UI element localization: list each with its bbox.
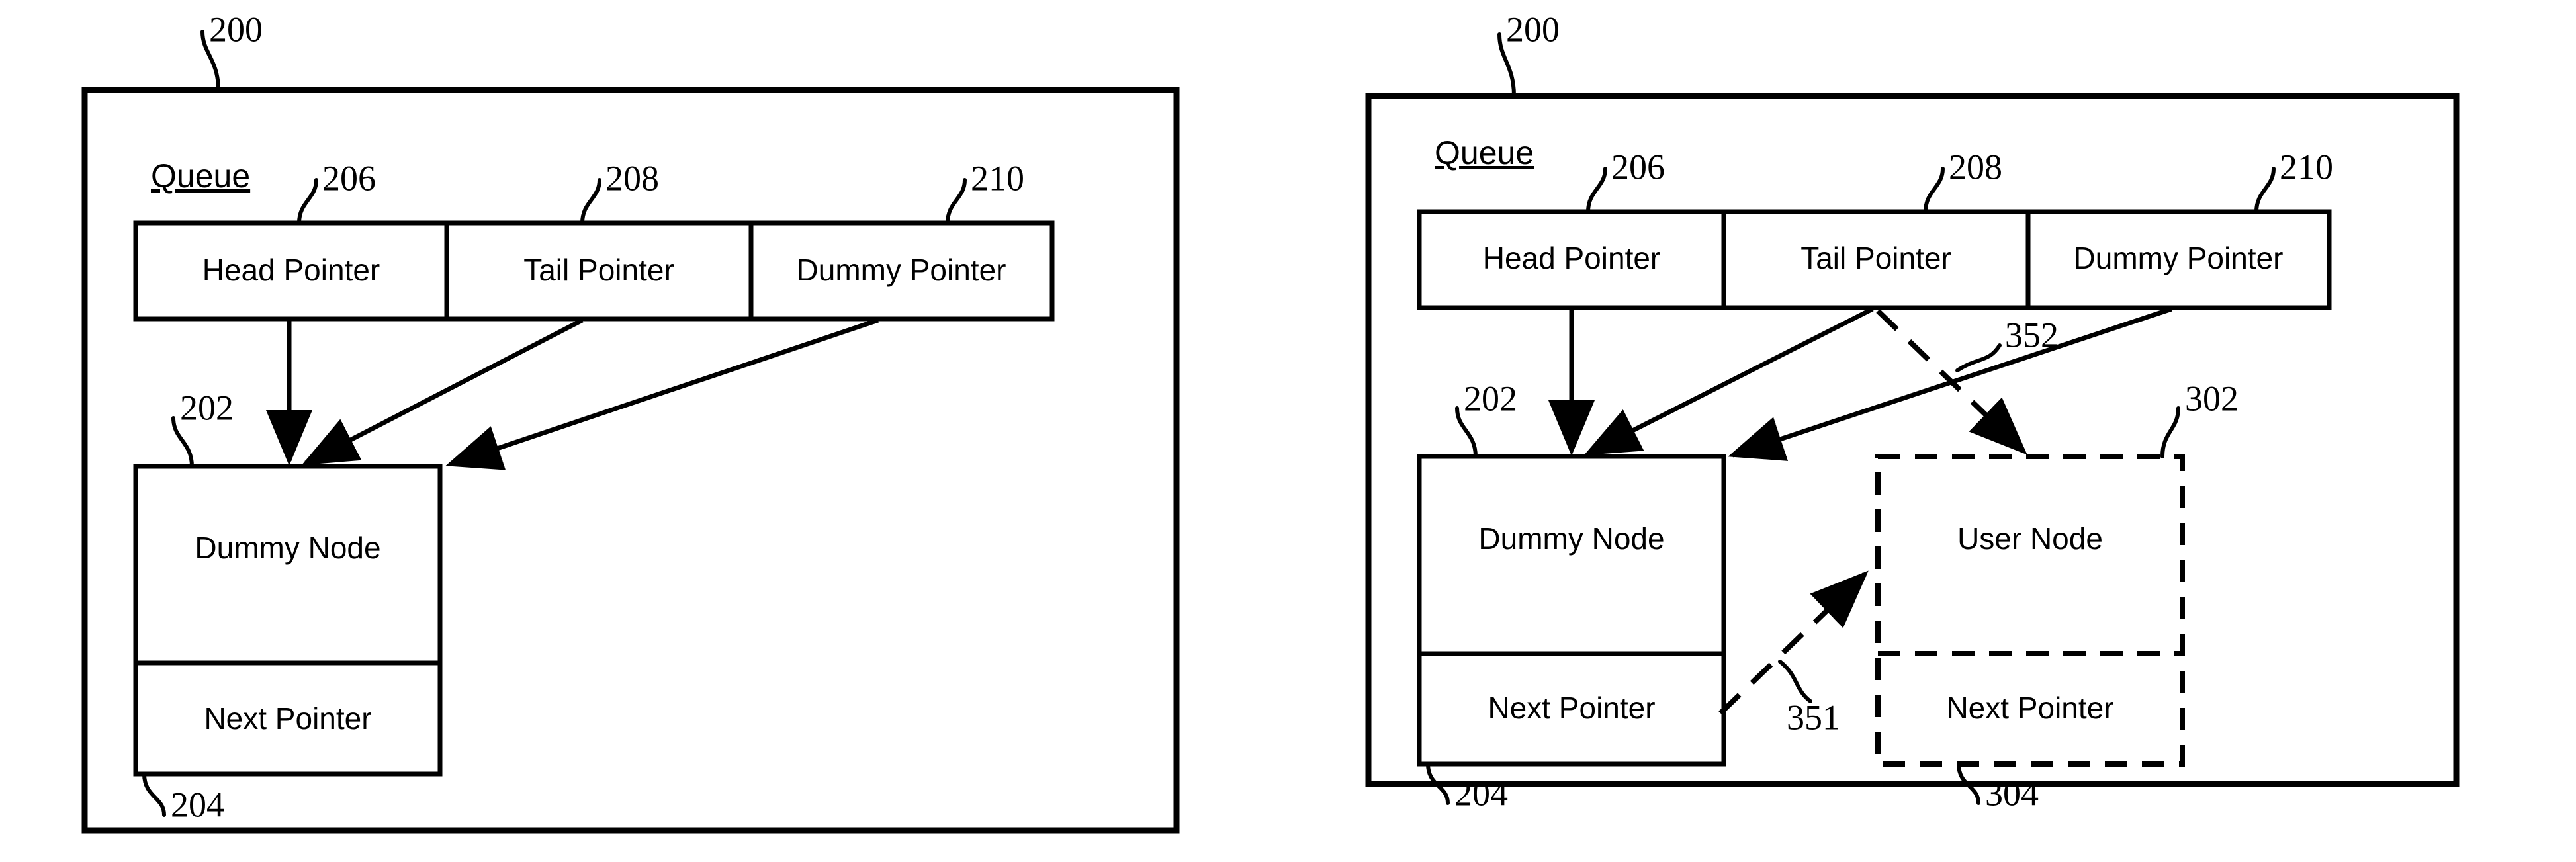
left-ref-206-leader: [297, 178, 318, 225]
left-tail-pointer-label: Tail Pointer: [523, 253, 674, 287]
left-arrow-dummyptr-to-dummy: [445, 318, 879, 470]
right-user-node-label: User Node: [1957, 521, 2103, 556]
right-arrow-352-tail-to-usernode: [1876, 309, 2027, 455]
right-ref-351: 351: [1787, 697, 1840, 737]
right-dummy-node-label: Dummy Node: [1478, 521, 1664, 556]
right-head-pointer-label: Head Pointer: [1483, 241, 1661, 275]
left-ref-200: 200: [209, 9, 263, 49]
left-ref-202: 202: [180, 388, 234, 427]
right-next-pointer-label: Next Pointer: [1488, 691, 1655, 725]
right-dummy-pointer-label: Dummy Pointer: [2074, 241, 2284, 275]
left-next-pointer-label: Next Pointer: [204, 701, 371, 736]
right-ref-302: 302: [2185, 378, 2239, 418]
left-ref-208: 208: [605, 158, 659, 198]
left-head-pointer-label: Head Pointer: [202, 253, 380, 287]
right-user-next-pointer-label: Next Pointer: [1946, 691, 2113, 725]
right-ref-304: 304: [1985, 773, 2039, 813]
patent-figure: Queue Head Pointer Tail Pointer Dummy Po…: [81, 9, 2460, 834]
left-ref-210: 210: [971, 158, 1024, 198]
right-ref-210: 210: [2280, 147, 2333, 187]
right-ref-206: 206: [1611, 147, 1665, 187]
left-panel: Queue Head Pointer Tail Pointer Dummy Po…: [81, 9, 1180, 834]
right-ref-351-leader: [1778, 660, 1812, 703]
left-arrow-tail-to-dummy: [301, 318, 584, 466]
left-dummy-node-label: Dummy Node: [195, 531, 380, 565]
right-arrow-tail-to-dummy: [1583, 306, 1874, 456]
right-queue-title: Queue: [1435, 134, 1534, 171]
left-ref-210-leader: [946, 178, 967, 225]
left-ref-204: 204: [171, 785, 224, 824]
left-ref-204-leader: [142, 772, 166, 817]
right-ref-200: 200: [1506, 9, 1560, 49]
figure-canvas: Queue Head Pointer Tail Pointer Dummy Po…: [0, 0, 2576, 862]
left-dummy-pointer-label: Dummy Pointer: [797, 253, 1006, 287]
right-panel: 200 Queue Head Pointer Tail Pointer Dumm…: [1365, 9, 2460, 813]
right-arrow-351-nextptr-to-usernode: [1718, 570, 1869, 715]
right-ref-208: 208: [1949, 147, 2002, 187]
left-ref-208-leader: [580, 178, 601, 225]
right-ref-206-leader: [1586, 167, 1607, 214]
left-queue-title: Queue: [151, 157, 250, 194]
right-ref-204: 204: [1454, 773, 1508, 813]
right-ref-352: 352: [2005, 315, 2059, 355]
right-ref-302-leader: [2160, 406, 2180, 458]
left-ref-206: 206: [322, 158, 376, 198]
right-ref-202: 202: [1464, 378, 1517, 418]
right-ref-210-leader: [2254, 167, 2276, 214]
right-ref-208-leader: [1924, 167, 1945, 214]
right-tail-pointer-label: Tail Pointer: [1800, 241, 1951, 275]
